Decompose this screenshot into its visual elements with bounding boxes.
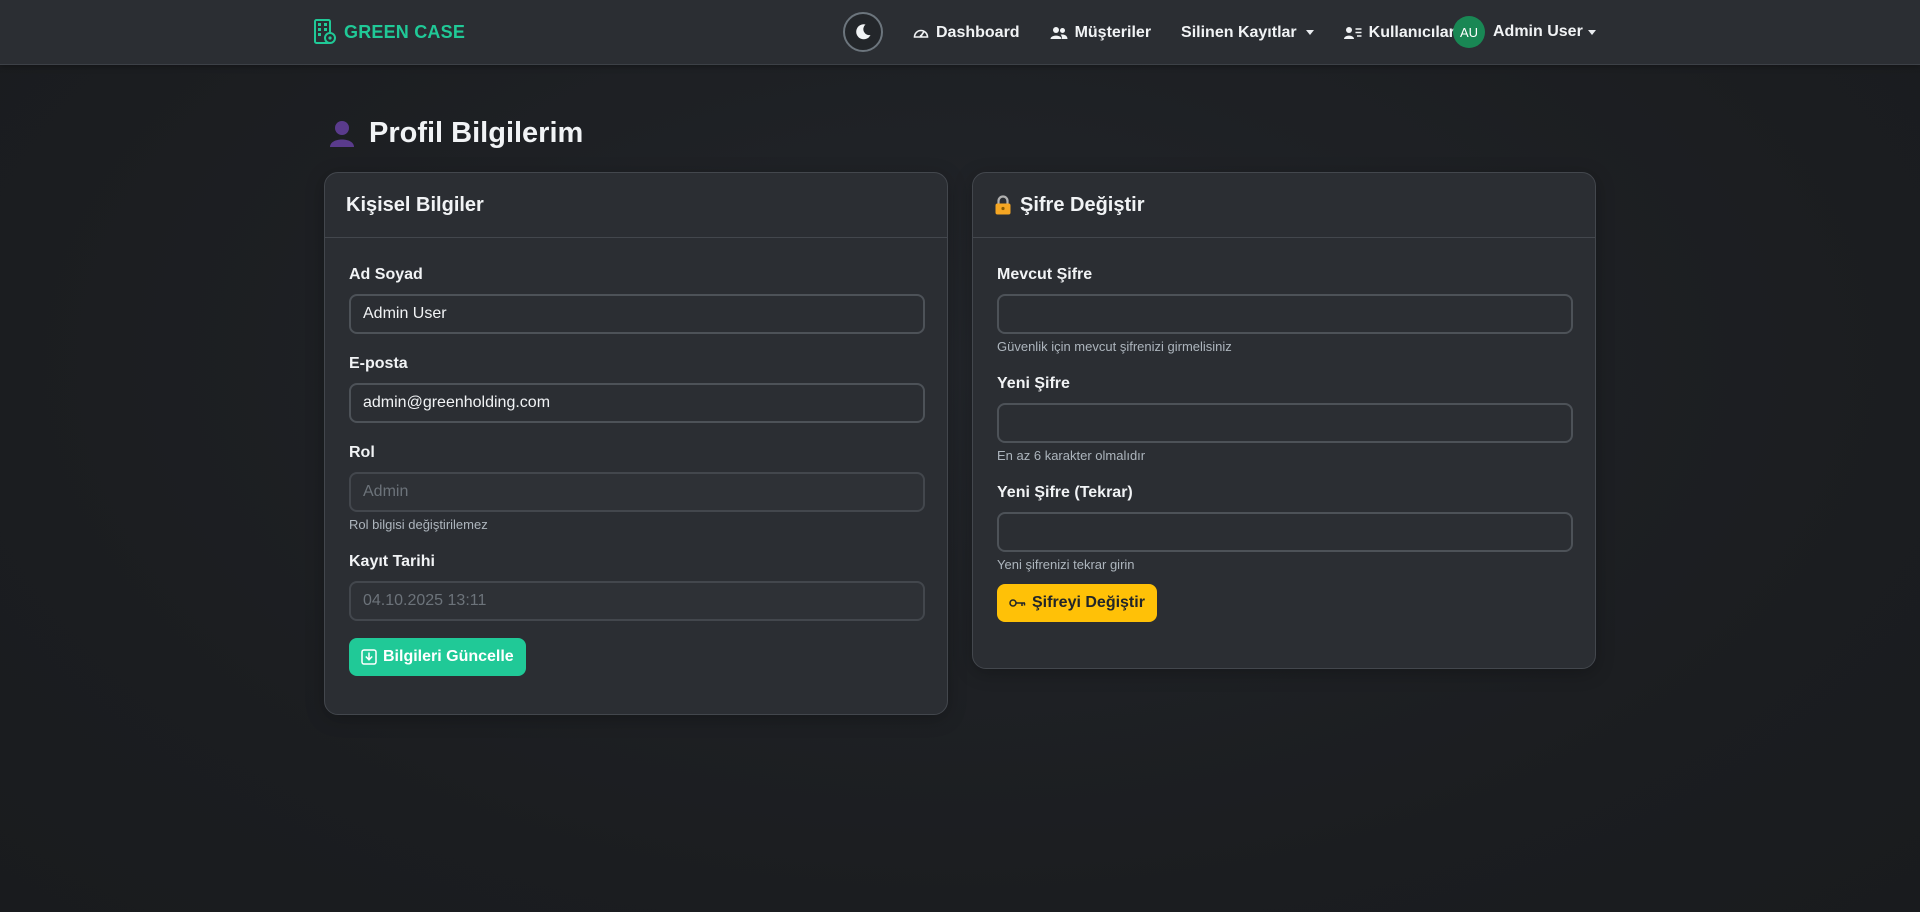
update-info-button[interactable]: Bilgileri Güncelle bbox=[349, 638, 526, 676]
current-password-label: Mevcut Şifre bbox=[997, 266, 1093, 283]
nav-item-users[interactable]: Kullanıcılar bbox=[1329, 24, 1470, 42]
lock-icon bbox=[995, 195, 1011, 215]
nav-item-label: Silinen Kayıtlar bbox=[1181, 23, 1297, 41]
page-title-text: Profil Bilgilerim bbox=[369, 116, 584, 149]
current-password-hint: Güvenlik için mevcut şifrenizi girmelisi… bbox=[997, 339, 1232, 354]
nav-item-label: Kullanıcılar bbox=[1368, 23, 1455, 41]
page-title: Profil Bilgilerim bbox=[327, 113, 583, 153]
date-label: Kayıt Tarihi bbox=[349, 553, 435, 570]
caret-down-icon bbox=[1587, 29, 1596, 35]
new-password-label: Yeni Şifre bbox=[997, 375, 1070, 392]
card-title: Şifre Değiştir bbox=[1020, 193, 1145, 216]
moon-icon bbox=[856, 24, 871, 40]
date-field: 04.10.2025 13:11 bbox=[349, 581, 925, 621]
personal-info-card: Kişisel Bilgiler Ad Soyad E-posta Rol Ad… bbox=[324, 172, 948, 715]
email-field[interactable] bbox=[349, 383, 925, 423]
nav-item-deleted-records[interactable]: Silinen Kayıtlar bbox=[1166, 24, 1329, 42]
role-field: Admin bbox=[349, 472, 925, 512]
theme-toggle-button[interactable] bbox=[843, 12, 883, 52]
download-box-icon bbox=[361, 649, 377, 665]
name-input[interactable] bbox=[363, 305, 911, 323]
people-icon bbox=[1050, 26, 1068, 39]
new-password-hint: En az 6 karakter olmalıdır bbox=[997, 448, 1146, 463]
email-input[interactable] bbox=[363, 394, 911, 412]
new-password-input[interactable] bbox=[1011, 414, 1559, 432]
change-password-button[interactable]: Şifreyi Değiştir bbox=[997, 584, 1157, 622]
user-menu-dropdown[interactable]: AU Admin User bbox=[1453, 16, 1596, 48]
nav-item-dashboard[interactable]: Dashboard bbox=[898, 24, 1035, 42]
bust-silhouette-icon bbox=[330, 121, 354, 147]
date-value: 04.10.2025 13:11 bbox=[363, 592, 487, 609]
new-password-field[interactable] bbox=[997, 403, 1573, 443]
avatar: AU bbox=[1453, 16, 1485, 48]
person-lines-icon bbox=[1343, 26, 1362, 39]
role-value: Admin bbox=[363, 483, 409, 500]
building-gear-icon bbox=[314, 19, 336, 44]
speedometer-icon bbox=[913, 29, 929, 38]
nav-item-customers[interactable]: Müşteriler bbox=[1035, 24, 1166, 42]
change-password-card: Şifre Değiştir Mevcut Şifre Güvenlik içi… bbox=[972, 172, 1596, 669]
nav-links: Dashboard Müşteriler Silinen Kayıtlar Ku… bbox=[898, 0, 1470, 65]
confirm-password-input[interactable] bbox=[1011, 523, 1559, 541]
brand-name: GREEN CASE bbox=[344, 21, 466, 42]
current-password-input[interactable] bbox=[1011, 305, 1559, 323]
role-hint: Rol bilgisi değiştirilemez bbox=[349, 517, 488, 532]
change-button-label: Şifreyi Değiştir bbox=[1032, 594, 1145, 611]
nav-item-label: Dashboard bbox=[936, 23, 1020, 41]
key-icon bbox=[1009, 599, 1026, 607]
navbar: GREEN CASE Dashboard Müşteriler Silinen … bbox=[0, 0, 1920, 65]
confirm-password-field[interactable] bbox=[997, 512, 1573, 552]
brand-link[interactable]: GREEN CASE bbox=[314, 18, 465, 46]
confirm-password-label: Yeni Şifre (Tekrar) bbox=[997, 484, 1133, 501]
role-label: Rol bbox=[349, 444, 375, 461]
confirm-password-hint: Yeni şifrenizi tekrar girin bbox=[997, 557, 1135, 572]
card-title: Kişisel Bilgiler bbox=[346, 193, 484, 216]
name-label: Ad Soyad bbox=[349, 266, 423, 283]
current-password-field[interactable] bbox=[997, 294, 1573, 334]
caret-down-icon bbox=[1305, 30, 1314, 35]
card-header: Kişisel Bilgiler bbox=[325, 173, 947, 238]
update-button-label: Bilgileri Güncelle bbox=[383, 648, 514, 665]
name-field[interactable] bbox=[349, 294, 925, 334]
user-name: Admin User bbox=[1493, 23, 1583, 40]
email-label: E-posta bbox=[349, 355, 408, 372]
card-header: Şifre Değiştir bbox=[973, 173, 1595, 238]
nav-item-label: Müşteriler bbox=[1074, 23, 1152, 41]
